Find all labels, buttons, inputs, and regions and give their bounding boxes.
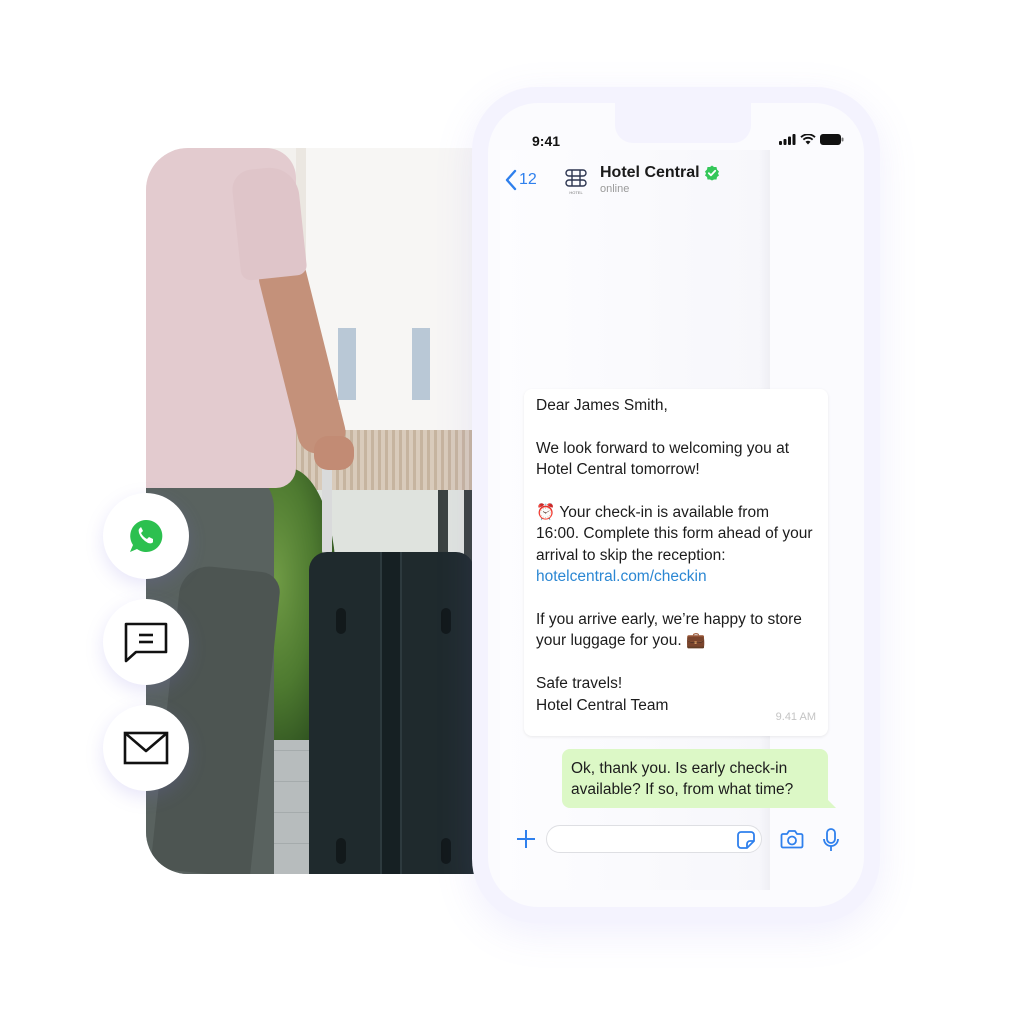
outgoing-message-text: Ok, thank you. Is early check-in availab…: [571, 760, 794, 799]
building-window: [412, 328, 430, 400]
contact-name: Hotel Central: [600, 164, 700, 181]
building-window: [338, 328, 356, 400]
message-input[interactable]: [546, 825, 762, 853]
message-timestamp: 9.41 AM: [775, 710, 816, 723]
suitcase-zipper: [380, 552, 402, 874]
message-text: Your check-in is available from 16:00. C…: [536, 504, 813, 564]
envelope-icon: [123, 731, 169, 765]
battery-icon: [820, 134, 844, 145]
status-time: 9:41: [532, 133, 561, 149]
camera-icon[interactable]: [780, 828, 804, 850]
status-icons: [779, 134, 844, 145]
suitcase-foot: [441, 838, 451, 864]
signoff-line: Safe travels!: [536, 675, 623, 693]
signoff-line: Hotel Central Team: [536, 696, 669, 714]
signal-icon: [779, 134, 796, 145]
suitcase-foot: [441, 608, 451, 634]
back-button[interactable]: 12: [505, 169, 537, 191]
chevron-left-icon: [505, 169, 517, 191]
message-paragraph: If you arrive early, we’re happy to stor…: [536, 609, 816, 652]
channel-email-button[interactable]: [103, 705, 189, 791]
alarm-clock-emoji-icon: ⏰: [536, 504, 556, 521]
incoming-message-bubble: Dear James Smith, We look forward to wel…: [524, 389, 828, 736]
contact-info[interactable]: Hotel Central online: [600, 164, 720, 195]
message-signoff: Safe travels! Hotel Central Team: [536, 673, 816, 716]
wifi-icon: [800, 134, 816, 145]
phone-notch: [615, 103, 751, 143]
verified-badge-icon: [704, 165, 719, 181]
person-hand: [314, 436, 354, 470]
message-paragraph: ⏰ Your check-in is available from 16:00.…: [536, 502, 816, 588]
channel-whatsapp-button[interactable]: [103, 493, 189, 579]
channel-sms-button[interactable]: [103, 599, 189, 685]
message-icon: [124, 622, 168, 663]
whatsapp-icon: [130, 519, 163, 552]
message-composer: [510, 824, 850, 856]
message-greeting: Dear James Smith,: [536, 397, 668, 414]
hero-photo-traveller-with-suitcase: [146, 148, 486, 874]
avatar-caption: HOTEL: [569, 190, 583, 195]
message-paragraph: We look forward to welcoming you at Hote…: [536, 439, 789, 479]
suitcase-foot: [336, 838, 346, 864]
hotel-logo-icon: HOTEL: [565, 169, 587, 195]
message-text: If you arrive early, we’re happy to stor…: [536, 611, 802, 650]
suitcase-foot: [336, 608, 346, 634]
contact-status: online: [600, 183, 630, 195]
sticker-icon[interactable]: [736, 830, 756, 850]
checkin-link[interactable]: hotelcentral.com/checkin: [536, 568, 707, 585]
plus-icon[interactable]: [514, 827, 538, 851]
hotel-avatar[interactable]: HOTEL: [563, 166, 589, 196]
outgoing-message-bubble: Ok, thank you. Is early check-in availab…: [562, 749, 836, 808]
microphone-icon[interactable]: [822, 827, 840, 853]
briefcase-emoji-icon: 💼: [685, 632, 706, 650]
chat-header: 12 HOTEL Hotel Central online: [505, 160, 719, 200]
unread-count: 12: [519, 171, 537, 188]
